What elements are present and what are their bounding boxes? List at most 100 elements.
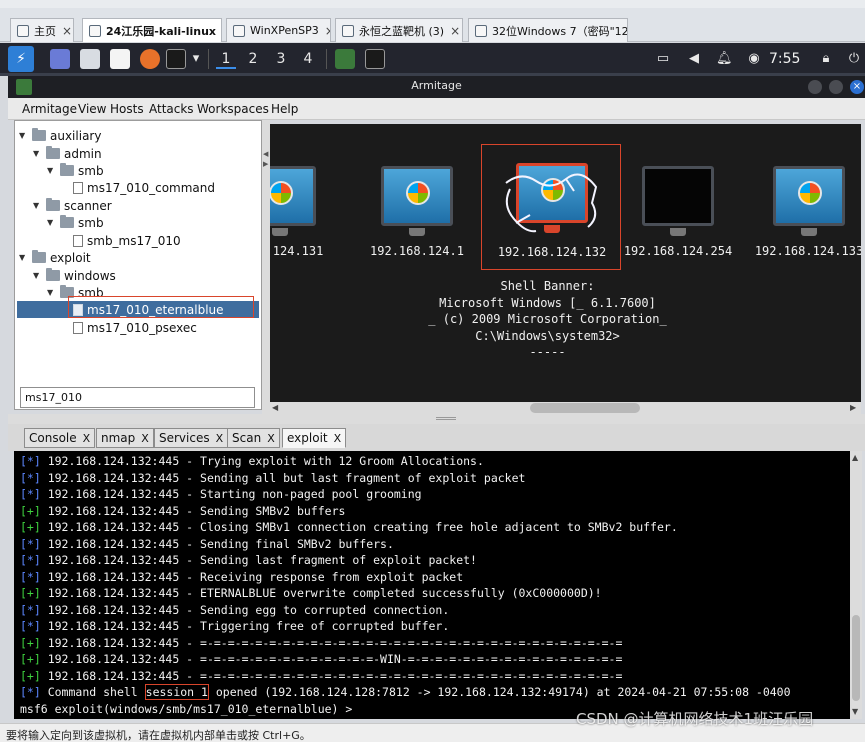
logout-icon[interactable]: ⏻ — [846, 51, 862, 67]
tree-node-admin[interactable]: ▼ admin — [33, 145, 102, 162]
scroll-right-icon[interactable]: ▶ — [850, 402, 856, 414]
maximize-button[interactable] — [829, 80, 843, 94]
workspace-3[interactable]: 3 — [271, 49, 291, 69]
file-icon — [73, 321, 83, 334]
tree-node-ms17-010-eternalblue[interactable]: ms17_010_eternalblue — [17, 301, 259, 318]
menu-armitage[interactable]: Armitage — [22, 102, 77, 116]
expand-toggle-icon[interactable]: ▼ — [19, 253, 29, 262]
close-button[interactable]: × — [850, 80, 864, 94]
vm-tab-eternalblue-target[interactable]: 永恒之蓝靶机 (3) × — [335, 18, 463, 42]
expand-toggle-icon[interactable]: ▼ — [33, 149, 43, 158]
module-search-input[interactable] — [20, 387, 255, 408]
expand-toggle-icon[interactable]: ▼ — [33, 201, 43, 210]
vm-tab-winxp[interactable]: WinXPenSP3 × — [226, 18, 331, 42]
display-icon[interactable]: ▭ — [655, 51, 671, 67]
splitter-grip[interactable] — [436, 417, 456, 420]
vm-icon — [233, 24, 245, 37]
host-node[interactable]: .168.124.131 — [270, 164, 350, 274]
text-editor-icon[interactable] — [110, 49, 130, 69]
tree-node-label: scanner — [64, 198, 112, 213]
chevron-left-icon[interactable]: ◀ — [263, 150, 269, 158]
armitage-task-icon[interactable] — [335, 49, 355, 69]
vm-tab-kali[interactable]: 24江乐园-kali-linux × — [82, 18, 222, 42]
tree-node-scanner[interactable]: ▼ scanner — [33, 197, 112, 214]
close-icon[interactable]: × — [62, 24, 72, 38]
scroll-left-icon[interactable]: ◀ — [272, 402, 278, 414]
horizontal-splitter[interactable] — [8, 414, 865, 424]
menu-help[interactable]: Help — [271, 102, 298, 116]
terminal-task-icon[interactable] — [365, 49, 385, 69]
vm-tab-home[interactable]: 主页 × — [10, 18, 74, 42]
chevron-down-icon[interactable]: ▾ — [188, 51, 204, 67]
tab-close-icon[interactable]: X — [216, 432, 224, 445]
scroll-down-icon[interactable]: ▼ — [852, 707, 858, 716]
expand-toggle-icon[interactable]: ▼ — [47, 218, 57, 227]
terminal-icon[interactable] — [166, 49, 186, 69]
console-prompt[interactable]: msf6 exploit(windows/smb/ms17_010_eterna… — [20, 701, 352, 718]
tree-node-windows[interactable]: ▼ windows — [33, 267, 116, 284]
host-ip-label: 192.168.124.1 — [370, 244, 464, 258]
tree-node-exploit[interactable]: ▼ exploit — [19, 249, 91, 266]
expand-toggle-icon[interactable]: ▼ — [47, 166, 57, 175]
tree-node-ms17-010-command[interactable]: ms17_010_command — [73, 179, 215, 196]
workspace-4[interactable]: 4 — [298, 49, 318, 69]
workspace-1[interactable]: 1 — [216, 49, 236, 69]
tab-exploit[interactable]: exploit X — [282, 428, 347, 448]
tree-node-windows-smb[interactable]: ▼ smb — [47, 284, 104, 301]
close-icon[interactable]: × — [325, 24, 330, 38]
host-node[interactable]: 192.168.124.254 — [608, 164, 748, 274]
desktop-icon[interactable] — [50, 49, 70, 69]
menu-view[interactable]: View — [78, 102, 106, 116]
tab-close-icon[interactable]: X — [83, 432, 91, 445]
vm-tab-label: 32位Windows 7（密码"1234... — [492, 24, 628, 38]
scroll-thumb[interactable] — [530, 403, 640, 413]
firefox-icon[interactable] — [140, 49, 160, 69]
lock-icon[interactable]: 🔒︎ — [818, 51, 834, 67]
tree-node-auxiliary[interactable]: ▼ auxiliary — [19, 127, 101, 144]
scroll-thumb[interactable] — [852, 615, 860, 701]
tab-services[interactable]: Services X — [154, 428, 229, 448]
menu-attacks[interactable]: Attacks — [149, 102, 194, 116]
graph-horizontal-scrollbar[interactable]: ◀ ▶ — [270, 402, 861, 414]
tab-close-icon[interactable]: X — [141, 432, 149, 445]
kali-menu-icon[interactable]: ⚡ — [8, 46, 34, 72]
console-line: [*] 192.168.124.132:445 - Trying exploit… — [20, 453, 484, 470]
host-node-compromised[interactable]: 192.168.124.132 — [481, 144, 621, 270]
tree-node-ms17-010-psexec[interactable]: ms17_010_psexec — [73, 319, 197, 336]
tab-scan[interactable]: Scan X — [227, 428, 280, 448]
expand-toggle-icon[interactable]: ▼ — [33, 271, 43, 280]
vertical-splitter[interactable]: ◀ ▶ — [262, 120, 270, 424]
menu-workspaces[interactable]: Workspaces — [197, 102, 269, 116]
volume-icon[interactable]: ◀ — [686, 51, 702, 67]
tab-close-icon[interactable]: X — [334, 432, 342, 445]
host-ip-label: 192.168.124.133 — [754, 244, 861, 258]
tree-node-admin-smb[interactable]: ▼ smb — [47, 162, 104, 179]
vm-tab-win7[interactable]: 32位Windows 7（密码"1234... — [468, 18, 628, 42]
tree-node-smb-ms17-010[interactable]: smb_ms17_010 — [73, 232, 181, 249]
file-icon — [73, 303, 83, 316]
tab-console[interactable]: Console X — [24, 428, 96, 448]
monitor-stand — [801, 228, 817, 236]
bell-icon[interactable]: 🔔︎ — [716, 51, 733, 67]
expand-toggle-icon[interactable]: ▼ — [19, 131, 29, 140]
console-line: [+] 192.168.124.132:445 - Closing SMBv1 … — [20, 519, 678, 536]
menu-hosts[interactable]: Hosts — [110, 102, 144, 116]
scroll-up-icon[interactable]: ▲ — [852, 453, 858, 462]
close-icon[interactable]: × — [450, 24, 460, 38]
chevron-right-icon[interactable]: ▶ — [263, 160, 269, 168]
power-icon[interactable]: ◉ — [746, 51, 762, 67]
file-icon — [73, 181, 83, 194]
tree-node-scanner-smb[interactable]: ▼ smb — [47, 214, 104, 231]
file-manager-icon[interactable] — [80, 49, 100, 69]
host-node[interactable]: 192.168.124.1 — [347, 164, 487, 274]
host-node[interactable]: 192.168.124.133 — [739, 164, 861, 274]
tree-node-label: ms17_010_command — [87, 180, 216, 195]
expand-toggle-icon[interactable]: ▼ — [47, 288, 57, 297]
console-vertical-scrollbar[interactable]: ▲ ▼ — [850, 451, 862, 719]
tab-nmap[interactable]: nmap X — [96, 428, 154, 448]
tab-close-icon[interactable]: X — [267, 432, 275, 445]
minimize-button[interactable] — [808, 80, 822, 94]
workspace-2[interactable]: 2 — [243, 49, 263, 69]
kali-panel: ⚡ ▾ 1 2 3 4 ▭ ◀ 🔔︎ ◉ 7:55 🔒︎ ⏻ — [0, 43, 865, 75]
exploit-console[interactable]: [*] 192.168.124.132:445 - Trying exploit… — [14, 451, 850, 719]
